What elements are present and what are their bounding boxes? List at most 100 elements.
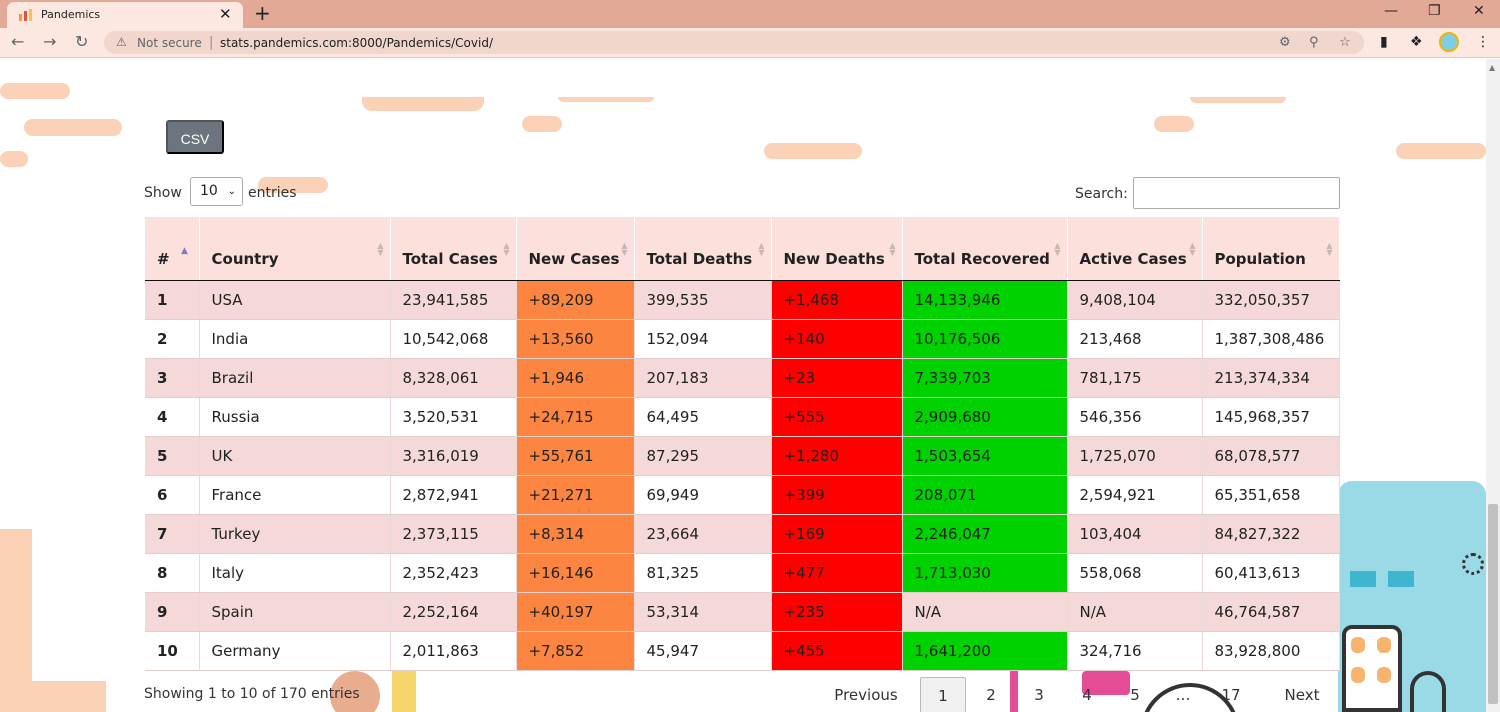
pagination-page[interactable]: 2 xyxy=(968,677,1014,712)
cell-active-cases: 781,175 xyxy=(1067,358,1203,398)
warning-icon[interactable]: ⚠ xyxy=(116,35,127,49)
column-header-active-cases[interactable]: Active Cases ▲ ▼ xyxy=(1067,217,1203,281)
column-header-total-deaths[interactable]: Total Deaths ▲ ▼ xyxy=(634,217,772,281)
decor-cloud xyxy=(0,83,70,99)
column-header-rank[interactable]: # ▲ xyxy=(145,217,200,281)
extensions-icon[interactable]: ❖ xyxy=(1410,34,1423,50)
zoom-icon[interactable]: ⚲ xyxy=(1309,35,1319,50)
cell-total-deaths: 87,295 xyxy=(634,436,772,476)
tab-close-icon[interactable]: ✕ xyxy=(219,6,232,22)
column-header-total-cases[interactable]: Total Cases ▲ ▼ xyxy=(390,217,517,281)
cell-country: UK xyxy=(199,436,391,476)
back-icon[interactable]: ← xyxy=(11,33,24,51)
bookmark-star-icon[interactable]: ☆ xyxy=(1339,35,1351,50)
cell-country: France xyxy=(199,475,391,515)
table-row: 2 India 10,542,068 +13,560 152,094 +140 10,176… xyxy=(145,319,1340,359)
pagination-page[interactable]: 1 xyxy=(920,677,966,712)
cell-total-deaths: 81,325 xyxy=(634,553,772,593)
cell-total-cases: 2,872,941 xyxy=(390,475,517,515)
sort-ascending-icon: ▲ xyxy=(181,246,188,256)
pagination-page[interactable]: 3 xyxy=(1016,677,1062,712)
cell-rank: 9 xyxy=(145,592,200,632)
pagination-previous[interactable]: Previous xyxy=(826,677,906,712)
pagination-page[interactable]: 5 xyxy=(1112,677,1158,712)
browser-tab[interactable]: Pandemics ✕ xyxy=(7,2,243,28)
entries-per-page-select[interactable]: 10 ⌄ xyxy=(190,177,243,206)
cell-total-deaths: 64,495 xyxy=(634,397,772,437)
table-row: 7 Turkey 2,373,115 +8,314 23,664 +169 2,246,04… xyxy=(145,514,1340,554)
cell-new-cases: +16,146 xyxy=(516,553,635,593)
cell-country: Spain xyxy=(199,592,391,632)
decor-cloud xyxy=(24,119,122,136)
cell-new-cases: +7,852 xyxy=(516,631,635,671)
column-header-label: Population xyxy=(1214,249,1306,268)
cell-total-cases: 3,316,019 xyxy=(390,436,517,476)
decor-cloud xyxy=(1190,97,1286,103)
reload-icon[interactable]: ↻ xyxy=(75,33,88,51)
table-row: 3 Brazil 8,328,061 +1,946 207,183 +23 7,339,70… xyxy=(145,358,1340,398)
cell-total-deaths: 399,535 xyxy=(634,280,772,320)
column-header-new-deaths[interactable]: New Deaths ▲ ▼ xyxy=(771,217,903,281)
pagination-page[interactable]: 4 xyxy=(1064,677,1110,712)
decor-window xyxy=(1377,667,1391,683)
minimize-icon[interactable]: — xyxy=(1384,3,1398,19)
pagination-page[interactable]: 17 xyxy=(1208,677,1254,712)
column-header-total-recovered[interactable]: Total Recovered ▲ ▼ xyxy=(902,217,1068,281)
cell-rank: 8 xyxy=(145,553,200,593)
cell-total-deaths: 23,664 xyxy=(634,514,772,554)
site-settings-icon[interactable]: ⚙ xyxy=(1279,35,1291,50)
cell-total-deaths: 45,947 xyxy=(634,631,772,671)
decor-cloud xyxy=(362,97,484,111)
page-scrollbar[interactable]: ▲ xyxy=(1486,59,1500,712)
cell-total-recovered: 14,133,946 xyxy=(902,280,1068,320)
chevron-down-icon: ⌄ xyxy=(227,186,236,197)
profile-avatar[interactable] xyxy=(1439,32,1459,52)
decor-cloud xyxy=(1396,143,1486,159)
cell-population: 83,928,800 xyxy=(1202,631,1340,671)
cell-rank: 4 xyxy=(145,397,200,437)
column-header-country[interactable]: Country ▲ ▼ xyxy=(199,217,391,281)
cell-country: Russia xyxy=(199,397,391,437)
media-control-icon[interactable]: ▮ xyxy=(1380,34,1388,50)
new-tab-button[interactable]: + xyxy=(254,3,271,23)
browser-toolbar: ← → ↻ ⚠ Not secure | stats.pandemics.com… xyxy=(0,28,1500,58)
cell-total-recovered: 2,909,680 xyxy=(902,397,1068,437)
table-body: 1 USA 23,941,585 +89,209 399,535 +1,468 14,133… xyxy=(145,280,1340,671)
cell-rank: 6 xyxy=(145,475,200,515)
scrollbar-thumb[interactable] xyxy=(1488,504,1498,704)
url-text[interactable]: stats.pandemics.com:8000/Pandemics/Covid… xyxy=(220,36,493,50)
entries-label: entries xyxy=(248,185,297,201)
sort-arrows-icon: ▲ ▼ xyxy=(1054,241,1061,257)
decor-window xyxy=(1377,637,1391,653)
page-content: CSV Show 10 ⌄ entries Search: # ▲ Country ▲… xyxy=(0,59,1486,712)
cell-total-recovered: 10,176,506 xyxy=(902,319,1068,359)
cell-country: USA xyxy=(199,280,391,320)
search-label: Search: xyxy=(1075,186,1128,202)
address-bar[interactable]: ⚠ Not secure | stats.pandemics.com:8000/… xyxy=(104,31,1364,54)
restore-icon[interactable]: ❐ xyxy=(1428,3,1441,19)
decor-cloud xyxy=(558,97,654,102)
sort-arrows-icon: ▲ ▼ xyxy=(1326,241,1333,257)
cell-total-cases: 8,328,061 xyxy=(390,358,517,398)
window-close-icon[interactable]: ✕ xyxy=(1473,3,1485,19)
url-divider: | xyxy=(209,35,214,50)
cell-population: 60,413,613 xyxy=(1202,553,1340,593)
cell-total-cases: 2,011,863 xyxy=(390,631,517,671)
cell-country: Turkey xyxy=(199,514,391,554)
pagination-next[interactable]: Next xyxy=(1280,677,1324,712)
column-header-label: Total Recovered xyxy=(914,249,1050,268)
column-header-label: Active Cases xyxy=(1079,249,1187,268)
decor-window xyxy=(1351,667,1365,683)
not-secure-label[interactable]: Not secure xyxy=(137,36,202,50)
column-header-population[interactable]: Population ▲ ▼ xyxy=(1202,217,1340,281)
cell-rank: 3 xyxy=(145,358,200,398)
forward-icon[interactable]: → xyxy=(43,33,56,51)
search-input[interactable] xyxy=(1133,177,1340,209)
menu-kebab-icon[interactable]: ⋮ xyxy=(1476,34,1490,50)
column-header-new-cases[interactable]: New Cases ▲ ▼ xyxy=(516,217,635,281)
cell-new-cases: +40,197 xyxy=(516,592,635,632)
scroll-up-icon[interactable]: ▲ xyxy=(1489,63,1495,72)
cell-country: India xyxy=(199,319,391,359)
csv-export-button[interactable]: CSV xyxy=(166,120,224,154)
cell-population: 68,078,577 xyxy=(1202,436,1340,476)
